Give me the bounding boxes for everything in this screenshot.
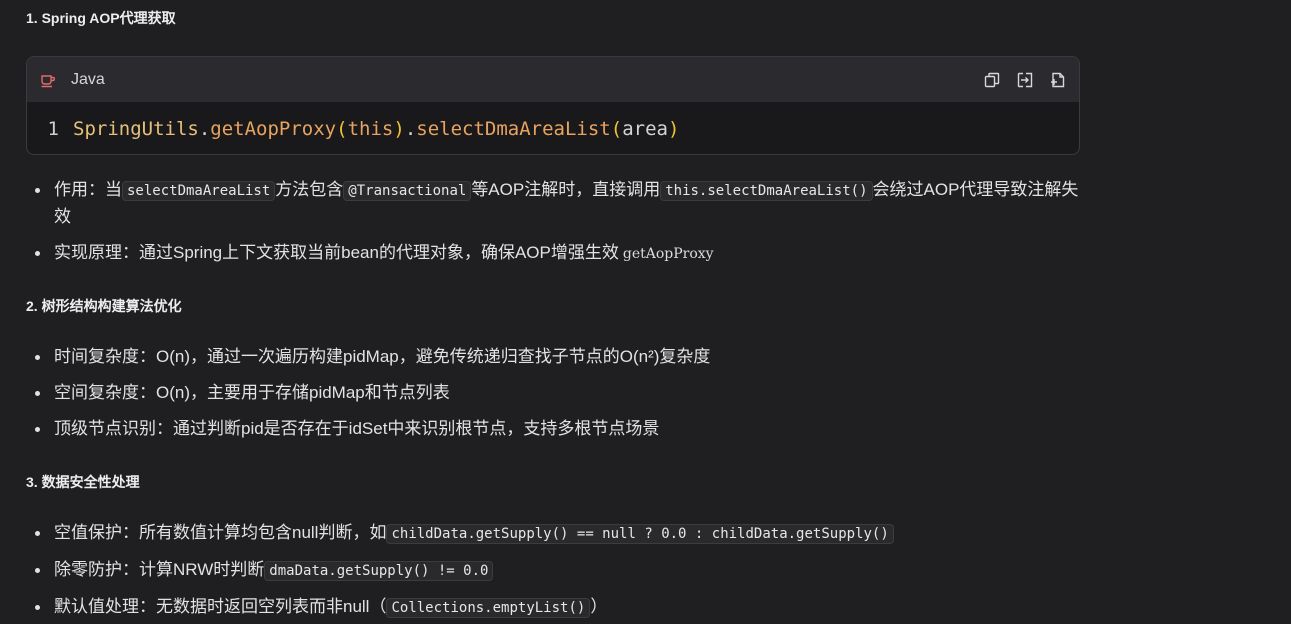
- bullet-list-tree: 时间复杂度：O(n)，通过一次遍历构建pidMap，避免传统递归查找子节点的O(…: [26, 344, 1086, 442]
- bullet-list-aop: 作用：当 selectDmaAreaList 方法包含 @Transactional 等…: [26, 177, 1086, 267]
- code-block: Java 1 SpringUtils . getAopProxy (this …: [26, 56, 1080, 155]
- code-token-dot: .: [404, 118, 417, 140]
- bullet-text: ）: [590, 597, 608, 616]
- list-item: 实现原理：通过Spring上下文获取当前bean的代理对象，确保AOP增强生效 g…: [26, 240, 1086, 267]
- code-token-method: selectDmaAreaList: [416, 118, 611, 140]
- code-block-header: Java: [27, 57, 1079, 102]
- bullet-text: 方法包含: [275, 180, 344, 199]
- code-token-paren: (: [336, 118, 348, 140]
- code-token-argument: area: [622, 118, 668, 140]
- inline-code: @Transactional: [343, 181, 472, 201]
- inline-code: this.selectDmaAreaList(): [660, 181, 873, 201]
- code-language-label: Java: [71, 70, 105, 88]
- page: 1. Spring AOP代理获取 Java 1 SpringUtils . g…: [0, 0, 1291, 624]
- bullet-list-safety: 空值保护：所有数值计算均包含null判断，如 childData.getSuppl…: [26, 520, 1086, 621]
- code-token-paren: ): [667, 118, 680, 140]
- list-item: 空值保护：所有数值计算均包含null判断，如 childData.getSuppl…: [26, 520, 1086, 547]
- code-token-keyword: this: [347, 118, 394, 140]
- coffee-cup-icon: [39, 71, 57, 89]
- code-toolbar: [982, 70, 1067, 89]
- list-item: 顶级节点识别：通过判断pid是否存在于idSet中来识别根节点，支持多根节点场景: [26, 416, 1086, 442]
- inline-code: selectDmaAreaList: [122, 181, 276, 201]
- code-token-method: getAopProxy: [210, 118, 337, 140]
- code-token-dot: .: [198, 118, 211, 140]
- method-reference: getAopProxy: [622, 246, 714, 262]
- list-item: 作用：当 selectDmaAreaList 方法包含 @Transactional 等…: [26, 177, 1086, 230]
- bullet-text: 等AOP注解时，直接调用: [471, 180, 661, 199]
- list-item: 时间复杂度：O(n)，通过一次遍历构建pidMap，避免传统递归查找子节点的O(…: [26, 344, 1086, 370]
- bullet-text: 除零防护：计算NRW时判断: [54, 560, 265, 579]
- bullet-text: 实现原理：通过Spring上下文获取当前bean的代理对象，确保AOP增强生效: [54, 243, 619, 262]
- section-heading-aop: 1. Spring AOP代理获取: [26, 10, 176, 26]
- bullet-text: 默认值处理：无数据时返回空列表而非null（: [54, 597, 387, 616]
- inline-code: Collections.emptyList(): [386, 598, 591, 618]
- section-heading-tree: 2. 树形结构构建算法优化: [26, 298, 182, 314]
- copy-icon[interactable]: [982, 70, 1001, 89]
- code-token-class: SpringUtils: [73, 118, 199, 140]
- bullet-text: 空值保护：所有数值计算均包含null判断，如: [54, 523, 387, 542]
- list-item: 除零防护：计算NRW时判断 dmaData.getSupply() != 0.0: [26, 557, 1086, 584]
- inline-code: childData.getSupply() == null ? 0.0 : ch…: [386, 524, 894, 544]
- bullet-text: 作用：当: [54, 180, 122, 199]
- insert-icon[interactable]: [1015, 70, 1034, 89]
- inline-code: dmaData.getSupply() != 0.0: [264, 561, 494, 581]
- section-heading-safety: 3. 数据安全性处理: [26, 474, 140, 490]
- list-item: 空间复杂度：O(n)，主要用于存储pidMap和节点列表: [26, 380, 1086, 406]
- line-number: 1: [47, 118, 59, 140]
- code-line: 1 SpringUtils. getAopProxy(this). selectDm…: [27, 102, 1079, 154]
- code-token-paren: (: [610, 118, 623, 140]
- new-file-icon[interactable]: [1048, 70, 1067, 89]
- code-token-paren: ): [393, 118, 405, 140]
- list-item: 默认值处理：无数据时返回空列表而非null（ Collections.emptyL…: [26, 594, 1086, 621]
